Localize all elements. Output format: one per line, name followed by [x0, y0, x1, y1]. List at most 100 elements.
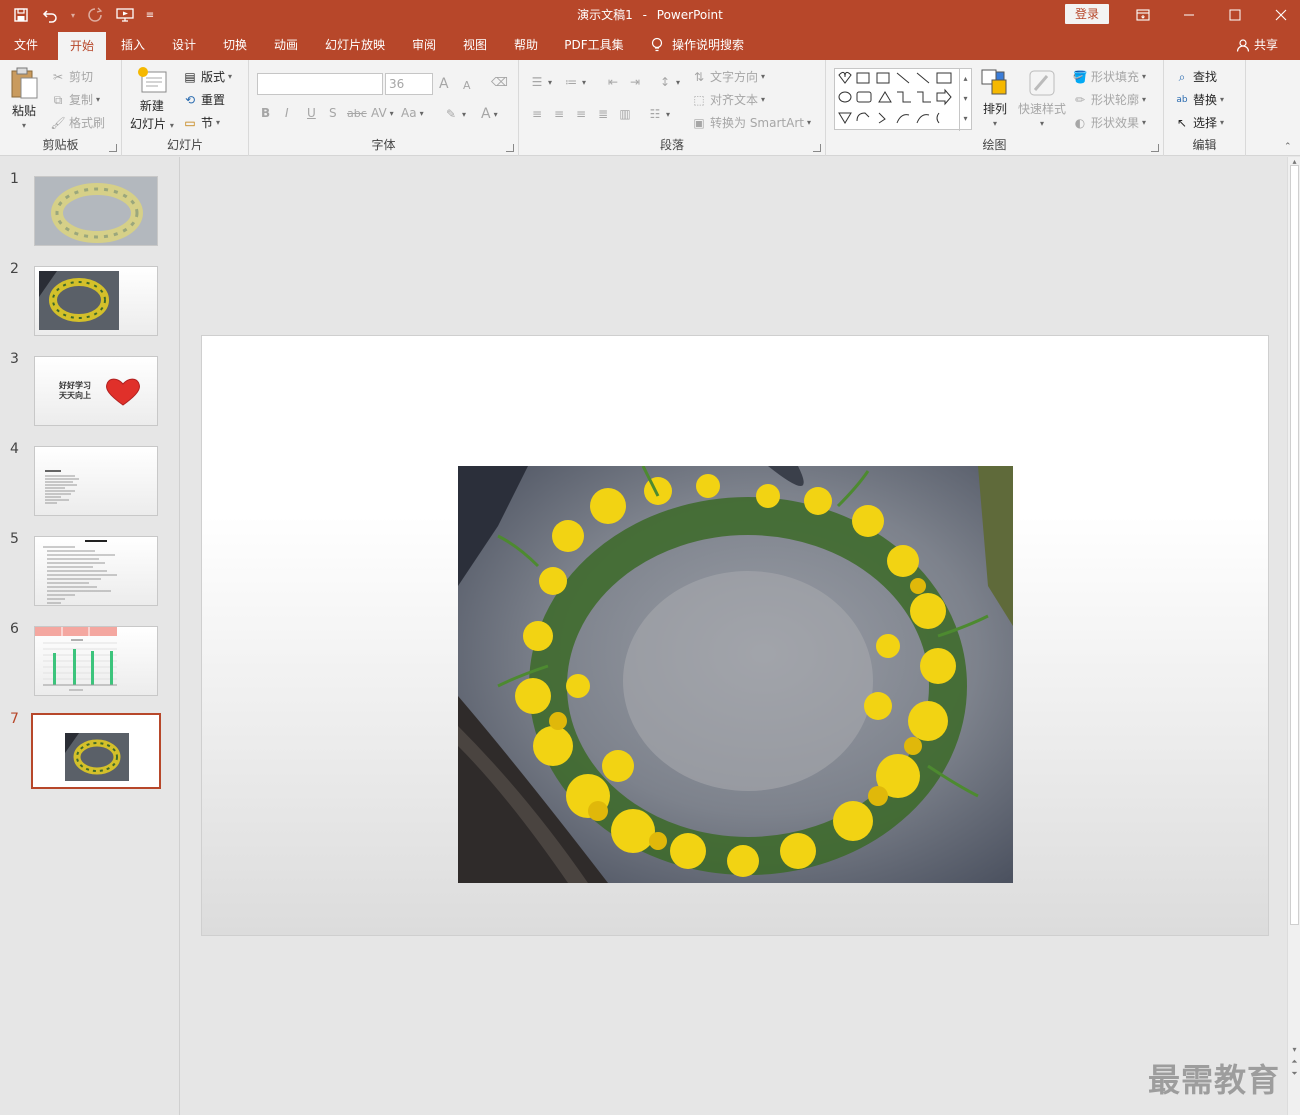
- tab-file[interactable]: 文件: [4, 30, 48, 60]
- align-left-icon[interactable]: ≡: [529, 106, 545, 122]
- text-shadow-button[interactable]: S: [329, 106, 337, 120]
- tab-help[interactable]: 帮助: [505, 30, 547, 60]
- format-painter-button[interactable]: 🖌 格式刷: [50, 114, 105, 131]
- collapse-ribbon-icon[interactable]: ⌃: [1284, 142, 1292, 152]
- font-name-field[interactable]: [257, 73, 383, 95]
- quick-styles-button[interactable]: 快速样式 ▾: [1018, 68, 1066, 128]
- italic-button[interactable]: I: [285, 106, 289, 120]
- cut-button[interactable]: ✂ 剪切: [50, 68, 93, 85]
- tab-transitions[interactable]: 切换: [214, 30, 256, 60]
- tab-review[interactable]: 审阅: [403, 30, 445, 60]
- wreath-photo[interactable]: [458, 466, 1013, 883]
- customize-toolbar-icon[interactable]: ≡: [142, 2, 158, 28]
- section-button[interactable]: ▭ 节 ▾: [182, 114, 220, 131]
- tab-insert[interactable]: 插入: [112, 30, 154, 60]
- tab-design[interactable]: 设计: [163, 30, 205, 60]
- text-direction-label: 文字方向: [710, 70, 759, 84]
- tab-home[interactable]: 开始: [58, 32, 106, 60]
- line-spacing-icon[interactable]: ↕ ▾: [657, 74, 680, 90]
- thumb-number-3: 3: [10, 351, 19, 367]
- shape-outline-button[interactable]: ✏ 形状轮廓 ▾: [1072, 91, 1146, 108]
- shape-effects-button[interactable]: ◐ 形状效果 ▾: [1072, 114, 1146, 131]
- maximize-icon[interactable]: [1212, 0, 1258, 30]
- text-direction-button[interactable]: ⇅ 文字方向 ▾: [691, 68, 765, 85]
- increase-indent-icon[interactable]: ⇥: [627, 74, 643, 90]
- font-launcher-icon[interactable]: [506, 144, 514, 152]
- previous-slide-icon[interactable]: ⏶: [1289, 1057, 1300, 1067]
- change-case-button[interactable]: Aa ▾: [401, 106, 424, 120]
- scroll-down-icon[interactable]: ▾: [1289, 1045, 1300, 1055]
- ribbon-display-options-icon[interactable]: [1120, 0, 1166, 30]
- align-right-icon[interactable]: ≡: [573, 106, 589, 122]
- start-slideshow-icon[interactable]: [112, 2, 138, 28]
- bullets-icon[interactable]: ☰ ▾: [529, 74, 552, 90]
- columns-icon[interactable]: ☷ ▾: [647, 106, 670, 122]
- tab-slideshow[interactable]: 幻灯片放映: [318, 30, 392, 60]
- shapes-scroll[interactable]: ▴ ▾ ▾: [959, 69, 971, 131]
- bold-button[interactable]: B: [261, 106, 270, 120]
- current-slide[interactable]: [201, 335, 1269, 936]
- justify-icon[interactable]: ≣: [595, 106, 611, 122]
- font-size-field[interactable]: 36: [385, 73, 433, 95]
- text-direction-icon: ⇅: [693, 69, 705, 84]
- slide-thumbnail-5[interactable]: [34, 536, 158, 606]
- grow-font-button[interactable]: A: [439, 76, 449, 92]
- font-color-button[interactable]: A ▾: [481, 106, 498, 122]
- scroll-thumb[interactable]: [1290, 165, 1299, 925]
- replace-button[interactable]: ab 替换 ▾: [1174, 91, 1224, 108]
- distributed-icon[interactable]: ▥: [617, 106, 633, 122]
- select-button[interactable]: ↖ 选择 ▾: [1174, 114, 1224, 131]
- arrange-button[interactable]: 排列 ▾: [980, 68, 1010, 128]
- clipboard-launcher-icon[interactable]: [109, 144, 117, 152]
- strikethrough-button[interactable]: abc: [347, 107, 367, 120]
- next-slide-icon[interactable]: ⏷: [1289, 1069, 1300, 1079]
- layout-button[interactable]: ▤ 版式 ▾: [182, 68, 232, 85]
- slide-thumbnail-7[interactable]: [31, 713, 161, 789]
- share-button[interactable]: 共享: [1236, 30, 1278, 60]
- character-spacing-button[interactable]: AV ▾: [371, 106, 394, 120]
- font-group: 36 A A ⌫ B I U S abc AV ▾ Aa ▾ ✎ ▾ A ▾ 字体: [249, 60, 519, 156]
- highlight-icon[interactable]: ✎ ▾: [443, 106, 466, 122]
- slide-thumbnail-1[interactable]: [34, 176, 158, 246]
- close-icon[interactable]: [1258, 0, 1300, 30]
- watermark: 最需教育: [1148, 1061, 1281, 1099]
- undo-dropdown-icon[interactable]: ▾: [68, 2, 78, 28]
- wreath-photo-thumb-2: [39, 271, 119, 330]
- title-bar: ▾ ≡ 演示文稿1 - PowerPoint 登录: [0, 0, 1300, 30]
- tab-view[interactable]: 视图: [454, 30, 496, 60]
- align-text-button[interactable]: ⬚ 对齐文本 ▾: [691, 91, 765, 108]
- undo-icon[interactable]: [38, 2, 64, 28]
- clipboard-group-label: 剪贴板: [42, 138, 79, 152]
- slide-thumbnail-6[interactable]: [34, 626, 158, 696]
- new-slide-button[interactable]: 新建 幻灯片 ▾: [130, 66, 174, 132]
- slide-thumbnail-2[interactable]: [34, 266, 158, 336]
- numbering-icon[interactable]: ≔ ▾: [563, 74, 586, 90]
- decrease-indent-icon[interactable]: ⇤: [605, 74, 621, 90]
- minimize-icon[interactable]: [1166, 0, 1212, 30]
- find-button[interactable]: ⌕ 查找: [1174, 68, 1217, 85]
- vertical-scrollbar[interactable]: ▴ ▾ ⏶ ⏷: [1287, 157, 1300, 1115]
- shapes-gallery[interactable]: ▴ ▾ ▾: [834, 68, 972, 131]
- redo-icon[interactable]: [82, 2, 108, 28]
- reset-button[interactable]: ⟲ 重置: [182, 91, 225, 108]
- shrink-font-button[interactable]: A: [463, 79, 471, 92]
- tell-me-search[interactable]: 操作说明搜索: [650, 30, 744, 60]
- underline-button[interactable]: U: [307, 106, 316, 120]
- align-center-icon[interactable]: ≡: [551, 106, 567, 122]
- copy-button[interactable]: ⧉ 复制 ▾: [50, 91, 100, 108]
- slide-thumbnail-4[interactable]: [34, 446, 158, 516]
- clear-formatting-icon[interactable]: ⌫: [491, 74, 508, 90]
- save-icon[interactable]: [8, 2, 34, 28]
- paste-button[interactable]: 粘贴 ▾: [8, 66, 40, 130]
- convert-smartart-button[interactable]: ▣ 转换为 SmartArt ▾: [691, 114, 811, 131]
- shape-fill-button[interactable]: 🪣 形状填充 ▾: [1072, 68, 1147, 85]
- thumb-number-6: 6: [10, 621, 19, 637]
- tab-pdf-tools[interactable]: PDF工具集: [558, 30, 630, 60]
- login-button[interactable]: 登录: [1065, 4, 1109, 24]
- paragraph-launcher-icon[interactable]: [813, 144, 821, 152]
- drawing-launcher-icon[interactable]: [1151, 144, 1159, 152]
- wreath-photo-thumb-7: [33, 715, 159, 787]
- quick-access-toolbar: ▾ ≡: [8, 0, 158, 30]
- tab-animations[interactable]: 动画: [265, 30, 307, 60]
- slide-thumbnail-3[interactable]: 好好学习 天天向上: [34, 356, 158, 426]
